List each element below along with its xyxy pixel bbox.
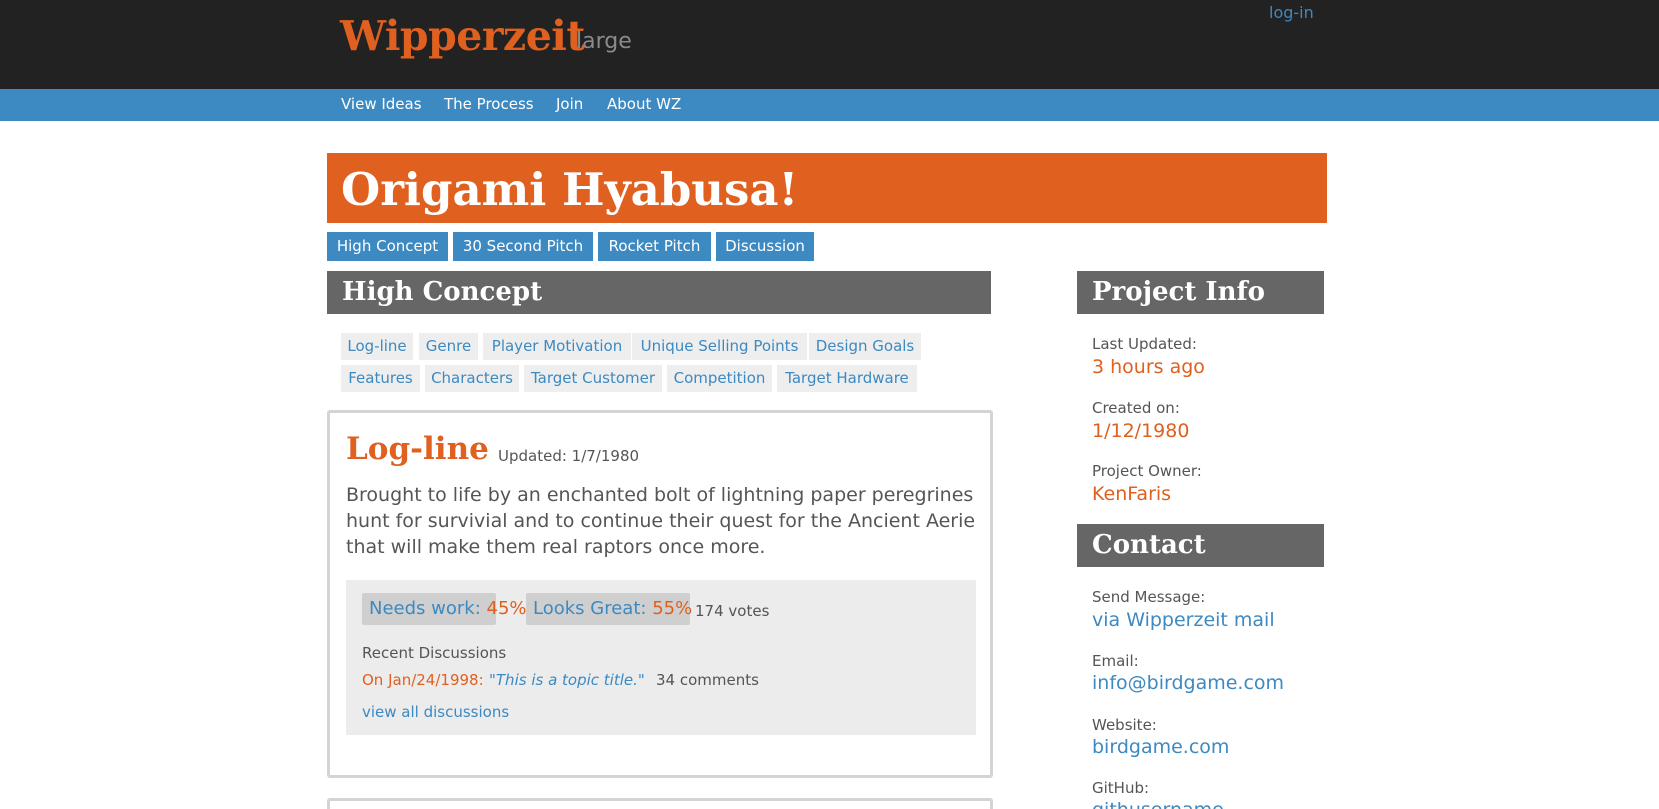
log-line-card: Log-line Updated: 1/7/1980 Brought to li… [327, 410, 993, 778]
vote-count: 174 votes [695, 602, 770, 620]
project-owner-label: Project Owner: [1092, 462, 1202, 480]
card-body-text: Brought to life by an enchanted bolt of … [346, 484, 976, 558]
email-link[interactable]: info@birdgame.com [1092, 672, 1284, 694]
email-label: Email: [1092, 652, 1139, 670]
nav-view-ideas[interactable]: View Ideas [341, 95, 422, 113]
discussion-title-link[interactable]: "This is a topic title." [489, 671, 645, 689]
tab-discussion[interactable]: Discussion [716, 232, 814, 261]
subtag-player-motivation[interactable]: Player Motivation [483, 333, 631, 360]
nav-join[interactable]: Join [556, 95, 583, 113]
login-link[interactable]: log-in [1269, 3, 1314, 22]
nav-the-process[interactable]: The Process [444, 95, 534, 113]
project-info-heading: Project Info [1077, 271, 1324, 314]
send-message-link[interactable]: via Wipperzeit mail [1092, 609, 1275, 631]
nav-about-wz[interactable]: About WZ [607, 95, 681, 113]
view-all-discussions-link[interactable]: view all discussions [362, 703, 509, 721]
card-updated-date: Updated: 1/7/1980 [498, 447, 640, 465]
project-title-banner: Origami Hyabusa! [327, 153, 1327, 223]
last-updated-value: 3 hours ago [1092, 356, 1205, 378]
card-title: Log-line [346, 431, 489, 467]
needs-work-percent: 45% [486, 598, 527, 619]
subtag-unique-selling-points[interactable]: Unique Selling Points [632, 333, 807, 360]
needs-work-button[interactable]: Needs work: 45% [362, 593, 527, 625]
subtag-competition[interactable]: Competition [667, 365, 772, 392]
discussion-comment-count: 34 comments [656, 671, 759, 689]
subtag-log-line[interactable]: Log-line [341, 333, 413, 360]
looks-great-percent: 55% [652, 598, 693, 619]
subtag-genre[interactable]: Genre [419, 333, 478, 360]
top-bar: Wipperzeit large log-in [0, 0, 1659, 89]
vote-panel: Needs work: 45% Looks Great: 55% 174 vot… [346, 580, 976, 735]
subtag-target-hardware[interactable]: Target Hardware [777, 365, 917, 392]
recent-discussions-label: Recent Discussions [362, 644, 507, 662]
looks-great-label: Looks Great: [533, 598, 647, 619]
main-nav: View Ideas The Process Join About WZ [0, 89, 1659, 121]
next-card [327, 798, 993, 809]
created-on-value: 1/12/1980 [1092, 420, 1190, 442]
subtag-design-goals[interactable]: Design Goals [809, 333, 921, 360]
last-updated-label: Last Updated: [1092, 335, 1197, 353]
send-message-label: Send Message: [1092, 588, 1206, 606]
subtag-target-customer[interactable]: Target Customer [524, 365, 662, 392]
looks-great-button[interactable]: Looks Great: 55% [526, 593, 693, 625]
needs-work-label: Needs work: [369, 598, 481, 619]
tab-rocket-pitch[interactable]: Rocket Pitch [598, 232, 711, 261]
site-logo[interactable]: Wipperzeit [340, 12, 585, 60]
website-label: Website: [1092, 716, 1157, 734]
github-link[interactable]: githusername [1092, 799, 1224, 809]
tab-30-second-pitch[interactable]: 30 Second Pitch [453, 232, 593, 261]
discussion-date: On Jan/24/1998: [362, 671, 484, 689]
high-concept-heading: High Concept [327, 271, 991, 314]
subtag-characters[interactable]: Characters [425, 365, 519, 392]
subtag-features[interactable]: Features [341, 365, 420, 392]
contact-heading: Contact [1077, 524, 1324, 567]
tab-high-concept[interactable]: High Concept [327, 232, 448, 261]
project-owner-link[interactable]: KenFaris [1092, 483, 1171, 505]
project-title: Origami Hyabusa! [341, 163, 799, 216]
github-label: GitHub: [1092, 779, 1150, 797]
site-logo-subtitle: large [576, 29, 632, 54]
created-on-label: Created on: [1092, 399, 1180, 417]
website-link[interactable]: birdgame.com [1092, 736, 1229, 758]
